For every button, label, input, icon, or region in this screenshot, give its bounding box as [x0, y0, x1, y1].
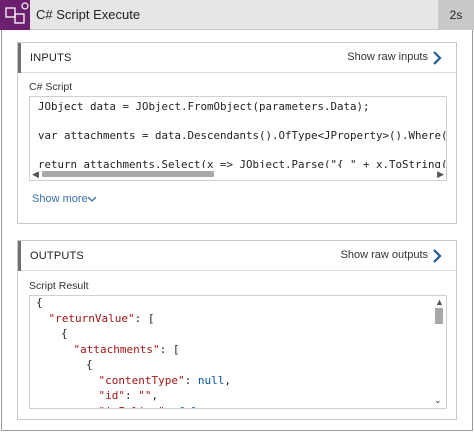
json-key: "id": [98, 389, 126, 402]
inputs-title: INPUTS: [30, 52, 72, 64]
section-accent-bar: [18, 43, 21, 73]
json-key: "contentType": [98, 373, 185, 387]
outputs-header: OUTPUTS Show raw outputs: [18, 241, 456, 271]
csharp-script-label: C# Script: [29, 81, 73, 93]
json-bracket: {: [61, 327, 68, 340]
json-line: "contentType": null,: [99, 374, 231, 387]
scroll-right-icon[interactable]: ▶: [437, 169, 444, 180]
json-line: {: [86, 358, 93, 371]
vertical-scrollbar[interactable]: ▲ ⌄: [432, 296, 446, 408]
chevron-down-icon[interactable]: [86, 194, 98, 204]
json-line: {: [61, 327, 68, 340]
scroll-left-icon[interactable]: ◀: [32, 169, 39, 180]
csharp-script-code[interactable]: JObject data = JObject.FromObject(parame…: [29, 96, 447, 181]
json-punct: :: [125, 389, 139, 402]
json-value: "": [138, 389, 152, 402]
json-bracket: {: [36, 296, 43, 309]
inputs-header: INPUTS Show raw inputs: [18, 43, 456, 73]
json-key: "returnValue": [48, 311, 135, 325]
json-bracket: {: [86, 358, 93, 371]
duration-badge: 2s: [438, 0, 474, 30]
scroll-up-icon[interactable]: ▲: [435, 297, 444, 307]
section-accent-bar: [18, 241, 21, 271]
chevron-right-icon[interactable]: [430, 248, 444, 264]
json-punct: ,: [151, 389, 159, 402]
json-key: "attachments": [73, 342, 160, 356]
chevron-right-icon[interactable]: [430, 50, 444, 66]
scrollbar-thumb[interactable]: [435, 308, 443, 324]
json-line: "isInline": false,: [99, 405, 218, 409]
show-more-link[interactable]: Show more: [32, 193, 88, 205]
json-line: "returnValue": [: [49, 312, 155, 325]
connector-icon: [0, 0, 30, 30]
json-punct: : [: [159, 342, 180, 356]
json-punct: ,: [224, 373, 231, 387]
outputs-title: OUTPUTS: [30, 250, 84, 262]
json-line: "id": "",: [99, 389, 159, 402]
json-value: null: [197, 373, 225, 387]
outputs-section: OUTPUTS Show raw outputs Script Result {…: [17, 240, 457, 420]
chevron-down-icon[interactable]: ⌄: [434, 395, 442, 406]
json-line: {: [36, 296, 43, 309]
code-line: var attachments = data.Descendants().OfT…: [38, 129, 447, 142]
code-line: JObject data = JObject.FromObject(parame…: [38, 100, 370, 113]
scrollbar-thumb[interactable]: [42, 171, 214, 177]
action-header[interactable]: C# Script Execute 2s: [0, 0, 474, 30]
show-raw-inputs-link[interactable]: Show raw inputs: [347, 51, 428, 63]
json-key: "isInline": [99, 405, 165, 409]
json-punct: ,: [211, 405, 218, 409]
json-punct: : [: [134, 311, 155, 325]
action-title: C# Script Execute: [36, 7, 141, 22]
json-punct: :: [184, 373, 198, 387]
json-line: "attachments": [: [74, 343, 180, 356]
json-punct: :: [165, 405, 178, 409]
script-result-json[interactable]: {"returnValue": [{"attachments": [{"cont…: [29, 295, 447, 409]
json-value: false: [178, 405, 211, 409]
show-raw-outputs-link[interactable]: Show raw outputs: [341, 249, 428, 261]
horizontal-scrollbar[interactable]: ◀ ▶: [30, 168, 446, 180]
script-result-label: Script Result: [29, 280, 89, 292]
